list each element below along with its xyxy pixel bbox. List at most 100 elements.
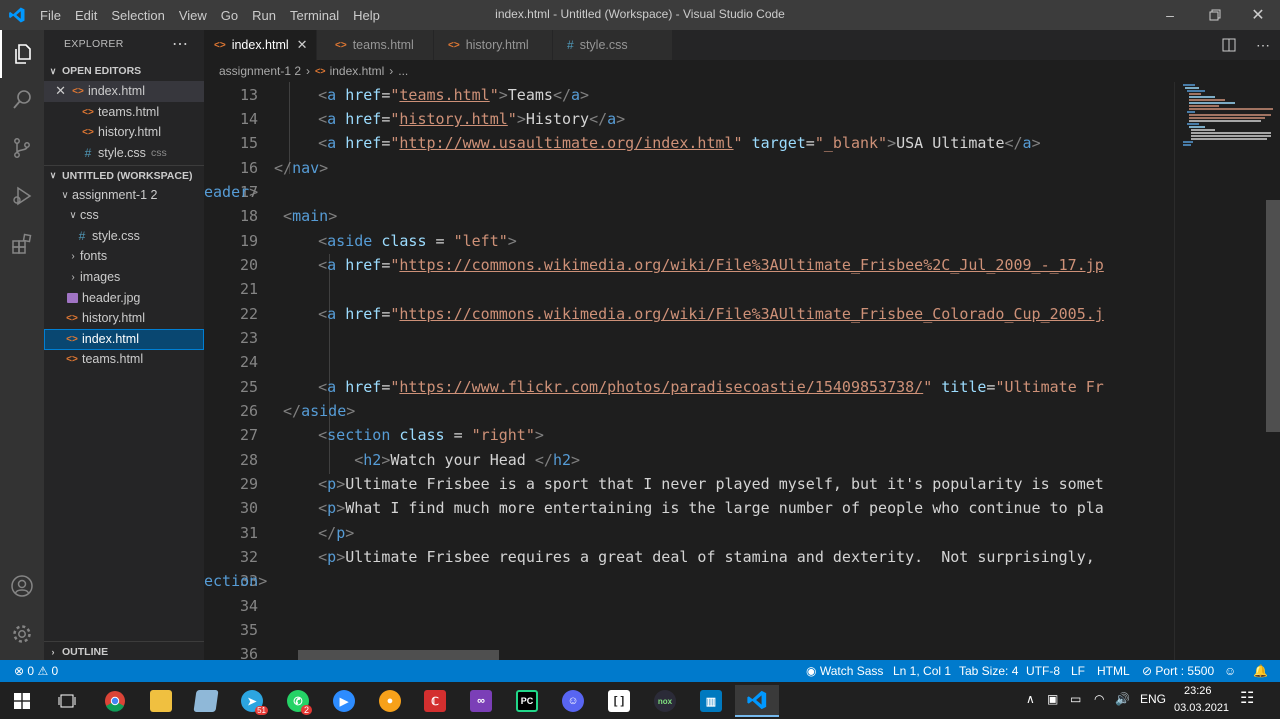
live-server-port[interactable]: ⊘ Port : 5500	[1142, 664, 1214, 678]
code-line[interactable]: <a href="https://www.flickr.com/photos/p…	[282, 378, 1104, 396]
start-button[interactable]	[0, 685, 44, 717]
discord-app[interactable]: ☺	[551, 685, 595, 717]
code-line[interactable]: <a href="history.html">History</a>	[282, 110, 625, 128]
code-line[interactable]: eader>	[204, 183, 258, 201]
code-line[interactable]: <main>	[274, 207, 337, 225]
extensions-activity[interactable]	[0, 220, 44, 268]
file-explorer-app[interactable]	[139, 685, 183, 717]
tree-folder[interactable]: ∨ css	[44, 205, 204, 226]
code-line[interactable]: <section class = "right">	[282, 426, 544, 444]
outline-section[interactable]: › OUTLINE	[44, 641, 204, 661]
nox-app[interactable]: nox	[643, 685, 687, 717]
tree-folder[interactable]: › images	[44, 267, 204, 288]
tree-folder[interactable]: ∨ assignment-1 2	[44, 185, 204, 206]
clock-time[interactable]: 23:26	[1184, 685, 1212, 697]
workspace-section[interactable]: ∨ UNTITLED (WORKSPACE)	[44, 165, 204, 185]
bell-icon[interactable]: 🔔	[1253, 664, 1268, 678]
open-editor-item[interactable]: <> teams.html	[44, 102, 204, 123]
split-editor-icon[interactable]	[1222, 38, 1236, 52]
breadcrumb-more[interactable]: ...	[398, 64, 408, 78]
app-bracket[interactable]: [ ]	[597, 685, 641, 717]
code-editor[interactable]: 13 14 15 16 17 18 19 20 21 22 23 24 25 2…	[204, 82, 1174, 660]
code-line[interactable]: <a href="http://www.usaultimate.org/inde…	[282, 134, 1041, 152]
breadcrumb-folder[interactable]: assignment-1 2	[219, 64, 301, 78]
tree-file[interactable]: <> teams.html	[44, 349, 204, 370]
chevron-up-icon[interactable]: ∧	[1026, 692, 1035, 706]
notepad-app[interactable]	[184, 685, 228, 717]
clock-date[interactable]: 03.03.2021	[1174, 702, 1229, 714]
volume-icon[interactable]: 🔊	[1115, 692, 1130, 706]
menu-go[interactable]: Go	[221, 8, 238, 23]
breadcrumb-file[interactable]: index.html	[330, 64, 385, 78]
source-control-activity[interactable]	[0, 124, 44, 172]
tab-index-html[interactable]: <> index.html ✕	[204, 30, 317, 60]
code-line[interactable]: </p>	[282, 524, 354, 542]
code-line[interactable]: <h2>Watch your Head </h2>	[282, 451, 580, 469]
menu-edit[interactable]: Edit	[75, 8, 97, 23]
more-actions-icon[interactable]: ⋯	[172, 34, 188, 54]
tree-folder[interactable]: › fonts	[44, 246, 204, 267]
code-line[interactable]: </aside>	[274, 402, 355, 420]
task-view-button[interactable]	[45, 685, 89, 717]
media-app[interactable]: ●	[368, 685, 412, 717]
open-editor-item[interactable]: ✕ <> index.html	[44, 81, 204, 102]
menu-file[interactable]: File	[40, 8, 61, 23]
code-line[interactable]: </nav>	[274, 159, 328, 177]
cursor-position[interactable]: Ln 1, Col 1	[893, 664, 951, 678]
manage-activity[interactable]	[0, 610, 44, 658]
maximize-button[interactable]	[1193, 0, 1237, 30]
tab-style-css[interactable]: # style.css	[553, 30, 673, 60]
trello-app[interactable]: ▥	[689, 685, 733, 717]
tab-history-html[interactable]: <> history.html	[434, 30, 553, 60]
code-line[interactable]: <a href="https://commons.wikimedia.org/w…	[282, 256, 1104, 274]
tab-teams-html[interactable]: <> teams.html	[317, 30, 434, 60]
tree-file-selected[interactable]: <> index.html	[44, 329, 204, 350]
open-editor-item[interactable]: # style.css css	[44, 143, 204, 164]
battery-icon[interactable]: ▭	[1070, 692, 1081, 706]
code-line[interactable]: <aside class = "left">	[282, 232, 517, 250]
code-line[interactable]: <p>Ultimate Frisbee is a sport that I ne…	[282, 475, 1104, 493]
accounts-activity[interactable]	[0, 562, 44, 610]
whatsapp-app[interactable]: ✆ 2	[276, 685, 320, 717]
telegram-app[interactable]: ➤ 51	[230, 685, 274, 717]
menu-terminal[interactable]: Terminal	[290, 8, 339, 23]
notification-icon[interactable]: ☷	[1240, 688, 1254, 708]
language-mode[interactable]: HTML	[1097, 664, 1130, 678]
watch-sass-button[interactable]: ◉ Watch Sass	[806, 664, 883, 678]
problems-indicator[interactable]: ⊗ 0 ⚠ 0	[14, 664, 58, 678]
run-debug-activity[interactable]	[0, 172, 44, 220]
code-line[interactable]: <a href="teams.html">Teams</a>	[282, 86, 589, 104]
menu-view[interactable]: View	[179, 8, 207, 23]
tree-file[interactable]: # style.css	[44, 226, 204, 247]
menu-run[interactable]: Run	[252, 8, 276, 23]
tab-size[interactable]: Tab Size: 4	[959, 664, 1018, 678]
more-actions-icon[interactable]: ⋯	[1256, 37, 1270, 54]
horizontal-scrollbar[interactable]	[298, 650, 499, 660]
close-editor-icon[interactable]: ✕	[44, 83, 66, 99]
feedback-icon[interactable]: ☺	[1224, 664, 1236, 678]
open-editors-section[interactable]: ∨ OPEN EDITORS	[44, 61, 204, 81]
acrobat-app[interactable]: ℂ	[413, 685, 457, 717]
tray-app-icon[interactable]: ▣	[1047, 692, 1058, 706]
close-window-button[interactable]: ✕	[1236, 0, 1280, 30]
close-icon[interactable]: ✕	[297, 37, 308, 53]
wifi-icon[interactable]: ◠	[1094, 692, 1104, 706]
minimap[interactable]	[1174, 82, 1280, 660]
zoom-app[interactable]: ▶	[322, 685, 366, 717]
input-language[interactable]: ENG	[1140, 692, 1166, 706]
code-line[interactable]: <p>Ultimate Frisbee requires a great dea…	[282, 548, 1095, 566]
menu-selection[interactable]: Selection	[111, 8, 164, 23]
encoding[interactable]: UTF-8	[1026, 664, 1060, 678]
pycharm-app[interactable]: PC	[505, 685, 549, 717]
minimize-button[interactable]: –	[1148, 0, 1192, 30]
explorer-activity[interactable]	[0, 30, 44, 78]
tree-file[interactable]: header.jpg	[44, 288, 204, 309]
menu-help[interactable]: Help	[353, 8, 380, 23]
search-activity[interactable]	[0, 76, 44, 124]
code-line[interactable]: <p>What I find much more entertaining is…	[282, 499, 1104, 517]
end-of-line[interactable]: LF	[1071, 664, 1085, 678]
chrome-app[interactable]	[93, 685, 137, 717]
tree-file[interactable]: <> history.html	[44, 308, 204, 329]
open-editor-item[interactable]: <> history.html	[44, 122, 204, 143]
vertical-scrollbar[interactable]	[1266, 200, 1280, 432]
